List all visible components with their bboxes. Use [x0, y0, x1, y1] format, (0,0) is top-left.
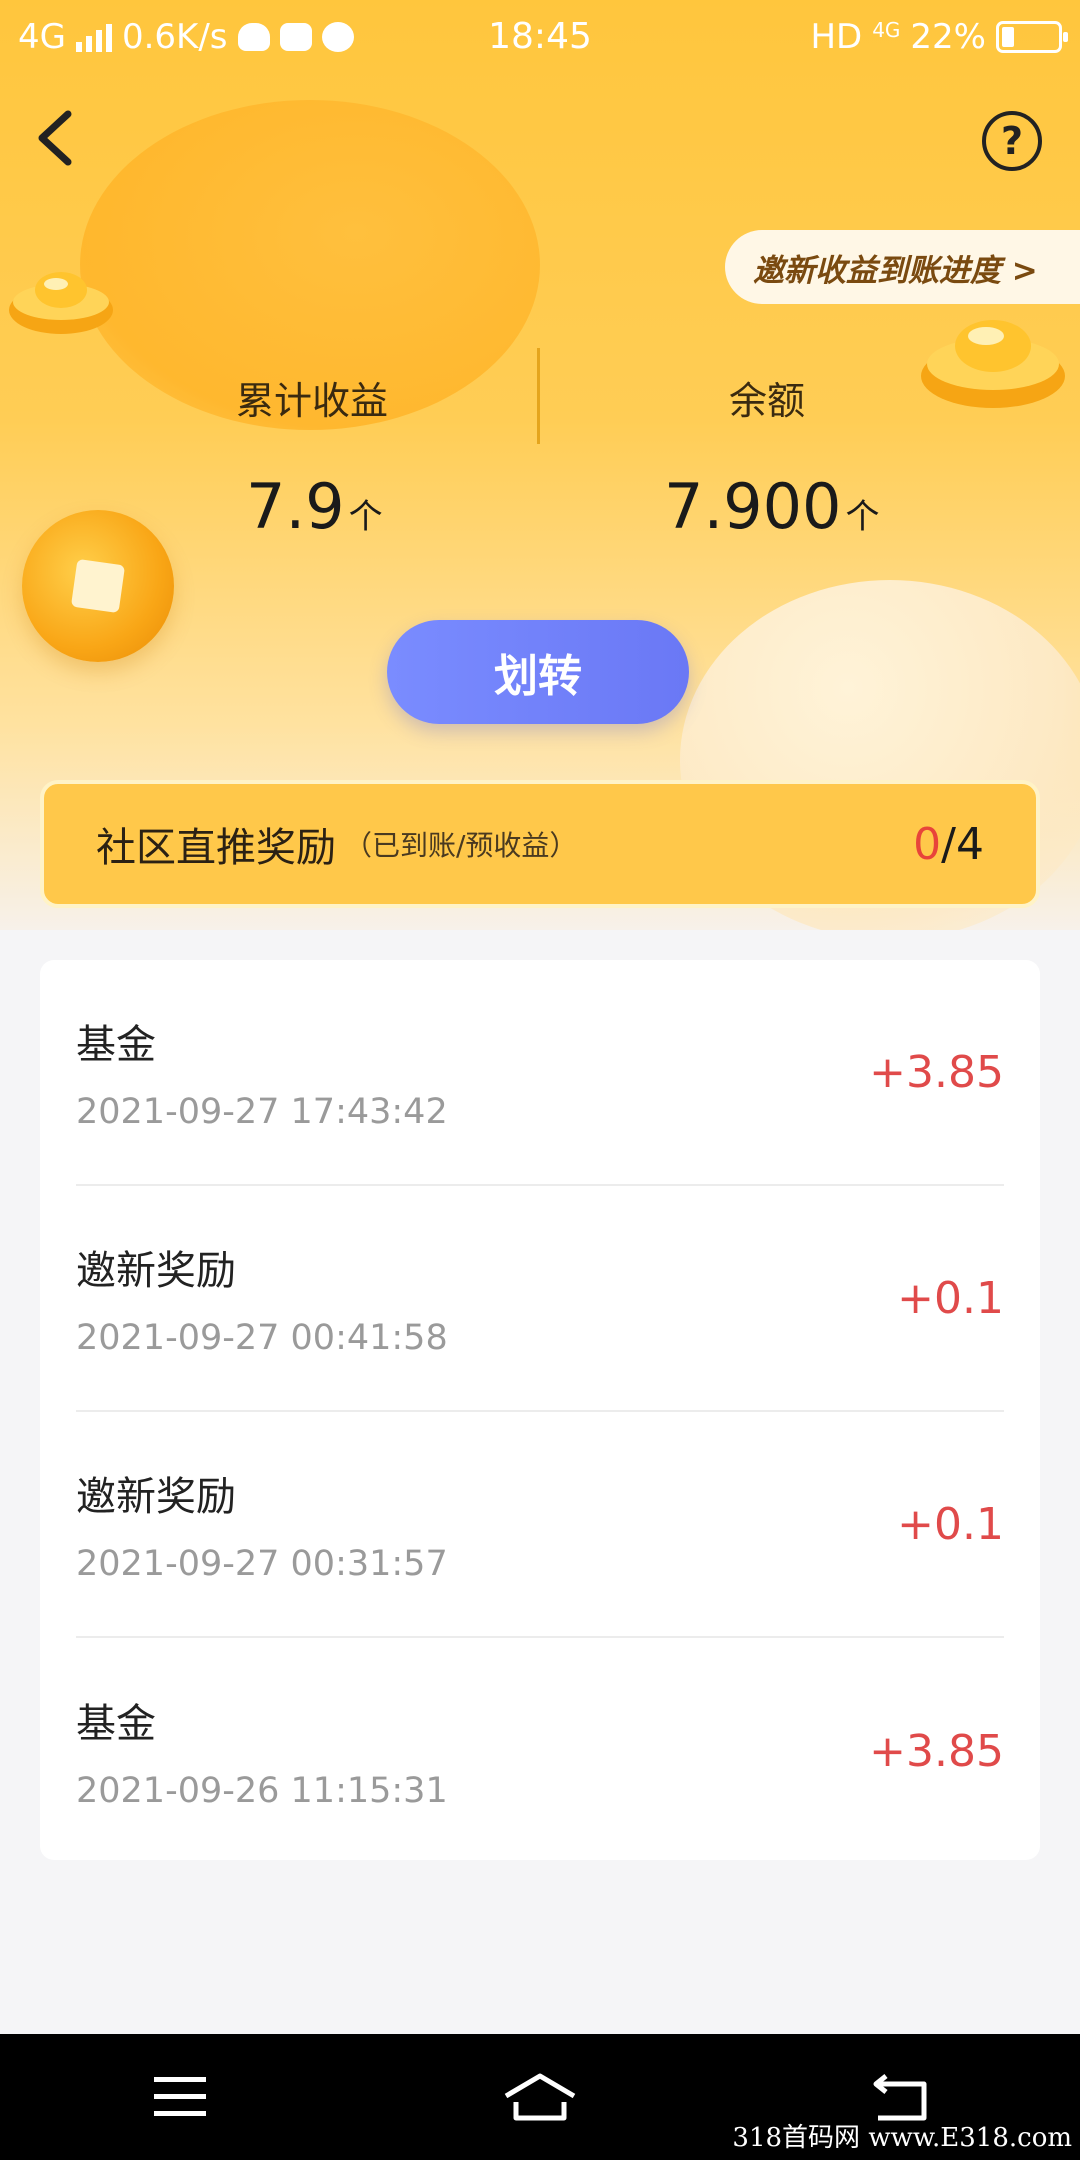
- menu-button[interactable]: [140, 2062, 220, 2132]
- help-icon: ?: [1000, 119, 1024, 163]
- record-name: 基金: [76, 1022, 156, 1068]
- transfer-button[interactable]: 划转: [387, 620, 689, 724]
- record-name: 邀新奖励: [76, 1248, 236, 1294]
- reward-separator: /: [941, 818, 956, 870]
- cumulative-earnings-label: 累计收益: [235, 379, 388, 423]
- balance-unit: 个: [845, 497, 880, 537]
- gold-ingot-icon: [921, 320, 1065, 408]
- clock: 18:45: [488, 16, 592, 57]
- record-time: 2021-09-26 11:15:31: [76, 1771, 448, 1811]
- menu-icon: [154, 2077, 206, 2116]
- record-amount: +3.85: [869, 1046, 1004, 1098]
- watermark: 318首码网 www.E318.com: [732, 2123, 1072, 2153]
- record-amount: +0.1: [897, 1272, 1004, 1324]
- record-amount: +0.1: [897, 1498, 1004, 1550]
- home-icon: [504, 2073, 576, 2121]
- cumulative-earnings-value: 7.9 个: [246, 470, 383, 543]
- reward-count: 0/4: [913, 819, 984, 870]
- help-button[interactable]: ?: [982, 111, 1042, 171]
- invite-progress-link[interactable]: 邀新收益到账进度 >: [725, 230, 1080, 304]
- list-item: 基金 2021-09-27 17:43:42 +3.85: [76, 960, 1004, 1186]
- balance-label: 余额: [728, 379, 805, 423]
- balance-value: 7.900 个: [664, 470, 880, 543]
- gold-coin-icon: [22, 510, 174, 662]
- stats-divider: [537, 348, 540, 444]
- record-name: 邀新奖励: [76, 1474, 236, 1520]
- status-bar: 4G 0.6K/s 18:45 HD 4G 22%: [0, 0, 1080, 74]
- balance-number: 7.900: [664, 470, 842, 543]
- record-amount: +3.85: [869, 1725, 1004, 1777]
- reward-subtitle: （已到账/预收益）: [344, 829, 578, 862]
- record-name: 基金: [76, 1701, 156, 1747]
- cumulative-earnings-number: 7.9: [246, 470, 345, 543]
- list-item: 基金 2021-09-26 11:15:31 +3.85: [76, 1638, 1004, 1864]
- list-item: 邀新奖励 2021-09-27 00:31:57 +0.1: [76, 1412, 1004, 1638]
- battery-icon: [996, 21, 1068, 53]
- cumulative-earnings-unit: 个: [348, 497, 383, 537]
- chevron-left-icon: [38, 110, 72, 166]
- record-time: 2021-09-27 17:43:42: [76, 1092, 448, 1132]
- reward-arrived: 0: [913, 818, 942, 870]
- community-reward-card[interactable]: 社区直推奖励 （已到账/预收益） 0/4: [40, 780, 1040, 908]
- home-button[interactable]: [500, 2062, 580, 2132]
- gold-ingot-icon: [9, 272, 113, 334]
- earnings-record-list: 基金 2021-09-27 17:43:42 +3.85 邀新奖励 2021-0…: [40, 960, 1040, 1860]
- list-item: 邀新奖励 2021-09-27 00:41:58 +0.1: [76, 1186, 1004, 1412]
- battery-level: [1002, 27, 1014, 47]
- return-icon: [873, 2074, 927, 2121]
- record-time: 2021-09-27 00:41:58: [76, 1318, 448, 1358]
- record-time: 2021-09-27 00:31:57: [76, 1544, 448, 1584]
- reward-expected: 4: [956, 818, 984, 870]
- back-button[interactable]: [30, 108, 80, 168]
- reward-title: 社区直推奖励: [96, 825, 336, 871]
